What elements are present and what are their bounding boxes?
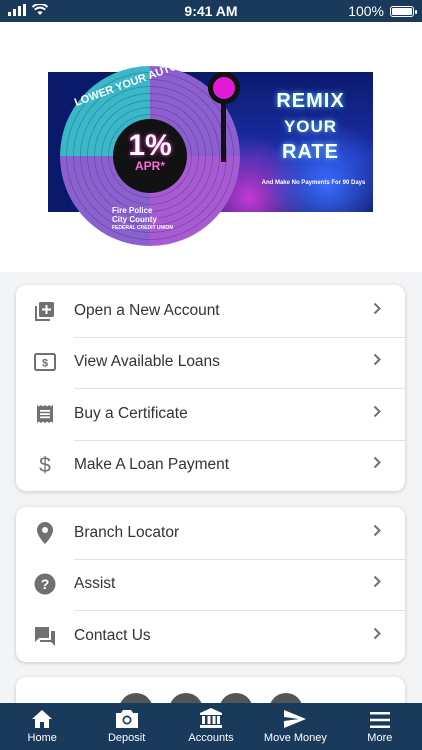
tab-label: Move Money	[263, 732, 327, 744]
bottom-tab-bar: Home Deposit Accounts Move Money More	[0, 703, 422, 750]
tab-move-money[interactable]: Move Money	[253, 703, 337, 750]
brand-line-1: Fire Police	[112, 206, 153, 215]
menu-item-contact-us[interactable]: Contact Us	[16, 610, 405, 662]
rate-unit: APR*	[134, 159, 165, 173]
battery-icon	[390, 5, 417, 17]
menu-item-label: Buy a Certificate	[74, 404, 188, 422]
menu-item-buy-certificate[interactable]: Buy a Certificate	[16, 388, 405, 440]
tab-label: Deposit	[107, 732, 146, 744]
menu-item-label: Assist	[74, 575, 116, 593]
chat-icon	[34, 625, 56, 647]
headline-line-1: REMIX	[276, 90, 345, 112]
tonearm	[221, 102, 226, 162]
tab-label: Home	[27, 732, 57, 744]
menu-item-open-account[interactable]: Open a New Account	[16, 285, 405, 337]
chevron-right-icon	[373, 302, 381, 320]
tab-home[interactable]: Home	[0, 703, 84, 750]
rate-badge: 1% APR*	[113, 119, 187, 193]
menu-item-branch-locator[interactable]: Branch Locator	[16, 507, 405, 559]
dollar-icon: $	[34, 454, 56, 476]
menu-item-label: Make A Loan Payment	[74, 456, 230, 474]
svg-text:?: ?	[41, 576, 50, 592]
chevron-right-icon	[373, 405, 381, 423]
banner-subline: And Make No Payments For 90 Days	[261, 180, 366, 186]
tab-label: Accounts	[188, 732, 234, 744]
status-bar: 9:41 AM 100%	[0, 0, 422, 22]
help-icon: ?	[34, 573, 56, 595]
status-right: 100%	[348, 3, 417, 19]
menu-item-loan-payment[interactable]: $ Make A Loan Payment	[16, 439, 405, 492]
banner-headline: REMIX YOUR RATE	[248, 90, 373, 164]
tab-accounts[interactable]: Accounts	[169, 703, 253, 750]
add-account-icon	[34, 300, 56, 322]
rate-value: 1%	[128, 129, 172, 162]
location-pin-icon	[34, 521, 56, 544]
menu-item-label: Branch Locator	[74, 523, 180, 541]
chevron-right-icon	[373, 456, 381, 474]
secondary-menu-card: Branch Locator ? Assist Contact Us	[16, 507, 405, 662]
menu-item-label: Contact Us	[74, 626, 151, 644]
brand-line-3: FEDERAL CREDIT UNION	[112, 225, 174, 231]
credit-union-logo: Fire Police City County FEDERAL CREDIT U…	[112, 206, 173, 233]
chevron-right-icon	[373, 627, 381, 645]
battery-percent: 100%	[348, 3, 384, 19]
home-icon	[32, 706, 53, 728]
certificate-icon	[34, 403, 56, 425]
camera-icon	[115, 706, 138, 728]
svg-text:$: $	[39, 454, 51, 476]
chevron-right-icon	[373, 353, 381, 371]
headline-line-3: RATE	[282, 141, 339, 163]
menu-item-assist[interactable]: ? Assist	[16, 558, 405, 611]
money-icon: $	[34, 351, 56, 373]
tab-label: More	[367, 732, 393, 744]
headline-line-2: YOUR	[283, 117, 338, 136]
tab-deposit[interactable]: Deposit	[84, 703, 168, 750]
send-icon	[284, 706, 307, 728]
tab-more[interactable]: More	[338, 703, 422, 750]
promo-area: REMIX YOUR RATE And Make No Payments For…	[0, 22, 422, 272]
menu-item-label: Open a New Account	[74, 301, 220, 319]
tonearm-knob	[208, 72, 240, 104]
menu-item-view-loans[interactable]: $ View Available Loans	[16, 336, 405, 389]
bank-icon	[200, 706, 223, 728]
menu-item-label: View Available Loans	[74, 353, 220, 371]
brand-line-2: City County	[112, 215, 157, 224]
svg-text:$: $	[42, 358, 48, 370]
chevron-right-icon	[373, 575, 381, 593]
chevron-right-icon	[373, 524, 381, 542]
menu-icon	[369, 706, 390, 728]
primary-menu-card: Open a New Account $ View Available Loan…	[16, 285, 405, 491]
